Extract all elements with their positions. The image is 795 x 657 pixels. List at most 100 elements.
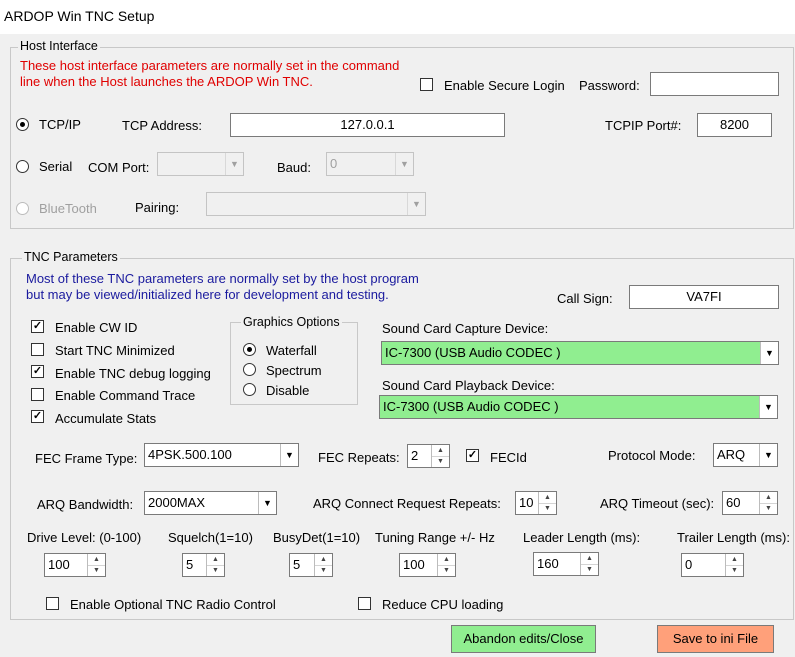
tcp-address-label: TCP Address: [122, 118, 202, 133]
abandon-edits-label: Abandon edits/Close [463, 631, 584, 646]
reduce-cpu-checkbox[interactable] [358, 597, 371, 610]
secure-login-checkbox[interactable] [420, 78, 433, 91]
capture-device-select[interactable]: IC-7300 (USB Audio CODEC ) ▼ [381, 341, 779, 365]
leader-length-stepper[interactable]: 160 ▲ ▼ [533, 552, 599, 576]
busydet-label: BusyDet(1=10) [273, 530, 361, 545]
title-bar: ARDOP Win TNC Setup [0, 0, 795, 34]
playback-device-select[interactable]: IC-7300 (USB Audio CODEC ) ▼ [379, 395, 778, 419]
arq-bandwidth-select[interactable]: 2000MAX ▼ [144, 491, 277, 515]
down-arrow-icon[interactable]: ▼ [539, 503, 556, 514]
host-note-line2: line when the Host launches the ARDOP Wi… [20, 74, 313, 89]
cw-id-checkbox[interactable]: ✓ [31, 320, 44, 333]
debug-logging-checkbox[interactable]: ✓ [31, 365, 44, 378]
down-arrow-icon[interactable]: ▼ [726, 565, 743, 576]
waterfall-label: Waterfall [266, 343, 317, 358]
down-arrow-icon[interactable]: ▼ [315, 565, 332, 576]
busydet-stepper[interactable]: 5 ▲ ▼ [289, 553, 333, 577]
accumulate-stats-checkbox[interactable]: ✓ [31, 410, 44, 423]
drive-level-stepper[interactable]: 100 ▲ ▼ [44, 553, 106, 577]
chevron-down-icon: ▼ [395, 153, 413, 175]
disable-label: Disable [266, 383, 310, 398]
start-minimized-checkbox[interactable] [31, 343, 44, 356]
save-ini-button[interactable]: Save to ini File [657, 625, 774, 653]
leader-length-label: Leader Length (ms): [523, 530, 641, 545]
bluetooth-label: BlueTooth [39, 201, 97, 216]
com-port-select[interactable]: ▼ [157, 152, 244, 176]
callsign-label: Call Sign: [557, 291, 613, 306]
trailer-length-label: Trailer Length (ms): [677, 530, 790, 545]
start-minimized-label: Start TNC Minimized [55, 343, 175, 358]
baud-label: Baud: [277, 160, 311, 175]
chevron-down-icon: ▼ [258, 492, 276, 514]
serial-radio[interactable] [16, 160, 29, 173]
command-trace-checkbox[interactable] [31, 388, 44, 401]
tcpip-port-label: TCPIP Port#: [605, 118, 682, 133]
radio-control-label: Enable Optional TNC Radio Control [70, 597, 276, 612]
down-arrow-icon[interactable]: ▼ [438, 565, 455, 576]
fec-frame-select[interactable]: 4PSK.500.100 ▼ [144, 443, 299, 467]
bluetooth-radio[interactable] [16, 202, 29, 215]
arq-bandwidth-label: ARQ Bandwidth: [37, 497, 134, 512]
radio-control-checkbox[interactable] [46, 597, 59, 610]
tuning-range-stepper[interactable]: 100 ▲ ▼ [399, 553, 456, 577]
chevron-down-icon: ▼ [759, 396, 777, 418]
tcp-address-field[interactable]: 127.0.0.1 [230, 113, 505, 137]
pairing-label: Pairing: [135, 200, 180, 215]
baud-select[interactable]: 0 ▼ [326, 152, 414, 176]
accumulate-stats-label: Accumulate Stats [55, 411, 157, 426]
spectrum-label: Spectrum [266, 363, 322, 378]
password-field[interactable] [650, 72, 779, 96]
down-arrow-icon[interactable]: ▼ [581, 564, 598, 575]
fec-repeats-stepper[interactable]: 2 ▲ ▼ [407, 444, 450, 468]
disable-radio[interactable] [243, 383, 256, 396]
protocol-mode-select[interactable]: ARQ ▼ [713, 443, 778, 467]
chevron-down-icon: ▼ [280, 444, 298, 466]
squelch-label: Squelch(1=10) [168, 530, 253, 545]
window-title: ARDOP Win TNC Setup [4, 8, 155, 24]
password-label: Password: [579, 78, 640, 93]
trailer-length-stepper[interactable]: 0 ▲ ▼ [681, 553, 744, 577]
save-ini-label: Save to ini File [672, 631, 759, 646]
fec-repeats-label: FEC Repeats: [318, 450, 400, 465]
pairing-select[interactable]: ▼ [206, 192, 426, 216]
down-arrow-icon[interactable]: ▼ [88, 565, 105, 576]
callsign-field[interactable]: VA7FI [629, 285, 779, 309]
squelch-stepper[interactable]: 5 ▲ ▼ [182, 553, 225, 577]
tcpip-label: TCP/IP [39, 117, 81, 132]
arq-timeout-stepper[interactable]: 60 ▲ ▼ [722, 491, 778, 515]
cw-id-label: Enable CW ID [55, 320, 138, 335]
tnc-note-line1: Most of these TNC parameters are normall… [26, 271, 419, 286]
tnc-parameters-group-label: TNC Parameters [22, 250, 120, 264]
com-port-label: COM Port: [88, 160, 150, 175]
tnc-note-line2: but may be viewed/initialized here for d… [26, 287, 389, 302]
chevron-down-icon: ▼ [760, 342, 778, 364]
protocol-mode-label: Protocol Mode: [608, 448, 696, 463]
graphics-options-label: Graphics Options [241, 315, 342, 329]
down-arrow-icon[interactable]: ▼ [760, 503, 777, 514]
drive-level-label: Drive Level: (0-100) [27, 530, 142, 545]
arq-repeats-stepper[interactable]: 10 ▲ ▼ [515, 491, 557, 515]
down-arrow-icon[interactable]: ▼ [432, 456, 449, 467]
down-arrow-icon[interactable]: ▼ [207, 565, 224, 576]
command-trace-label: Enable Command Trace [55, 388, 196, 403]
debug-logging-label: Enable TNC debug logging [55, 366, 211, 381]
arq-repeats-label: ARQ Connect Request Repeats: [313, 496, 501, 511]
playback-device-label: Sound Card Playback Device: [382, 378, 555, 393]
secure-login-label: Enable Secure Login [444, 78, 565, 93]
reduce-cpu-label: Reduce CPU loading [382, 597, 504, 612]
fec-frame-label: FEC Frame Type: [35, 451, 138, 466]
waterfall-radio[interactable] [243, 343, 256, 356]
spectrum-radio[interactable] [243, 363, 256, 376]
serial-label: Serial [39, 159, 73, 174]
capture-device-label: Sound Card Capture Device: [382, 321, 549, 336]
chevron-down-icon: ▼ [759, 444, 777, 466]
tcpip-port-field[interactable]: 8200 [697, 113, 772, 137]
abandon-edits-button[interactable]: Abandon edits/Close [451, 625, 596, 653]
host-note-line1: These host interface parameters are norm… [20, 58, 400, 73]
host-interface-group-label: Host Interface [18, 39, 100, 53]
chevron-down-icon: ▼ [225, 153, 243, 175]
fecid-checkbox[interactable]: ✓ [466, 449, 479, 462]
tcpip-radio[interactable] [16, 118, 29, 131]
fecid-label: FECId [490, 450, 527, 465]
arq-timeout-label: ARQ Timeout (sec): [600, 496, 715, 511]
